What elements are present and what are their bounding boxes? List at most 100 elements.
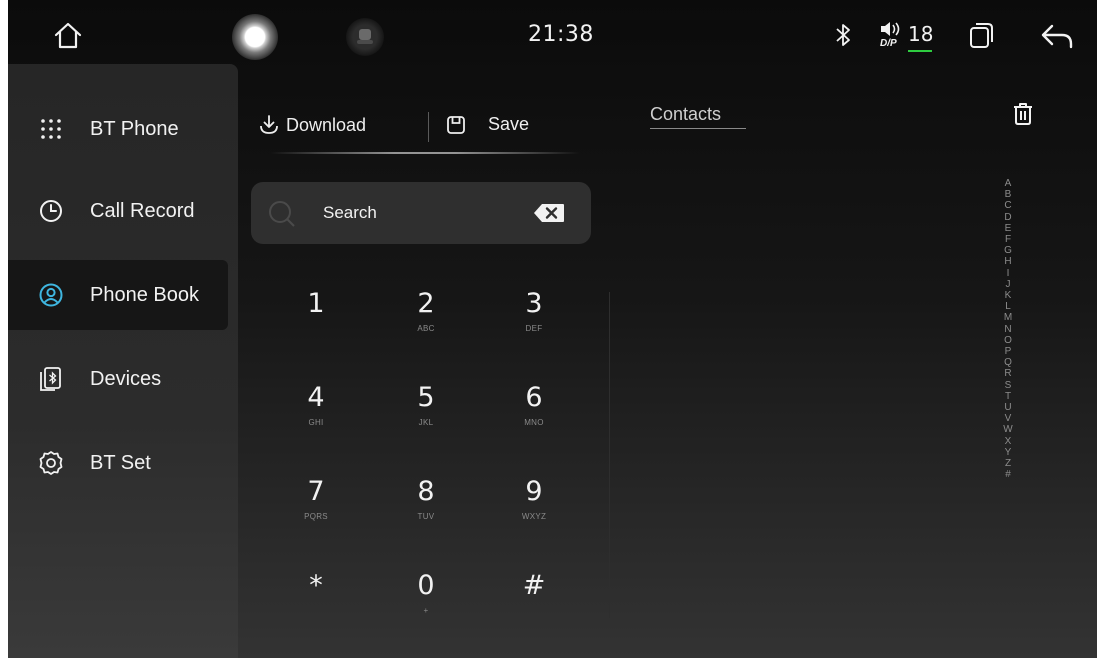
volume-level: 18: [908, 22, 934, 46]
tab-contacts[interactable]: Contacts: [650, 104, 721, 125]
back-icon[interactable]: [1040, 22, 1074, 50]
clock-time: 21:38: [528, 22, 594, 47]
alphabet-index-letter[interactable]: V: [1005, 413, 1012, 424]
keypad-key-star[interactable]: *: [266, 558, 366, 648]
save-icon: [447, 115, 465, 134]
sidebar-item-label: Call Record: [90, 199, 195, 222]
toolbar-divider: [428, 112, 429, 142]
alphabet-index-letter[interactable]: B: [1005, 189, 1012, 200]
key-letters: MNO: [524, 418, 544, 427]
gear-icon: [38, 450, 64, 476]
key-digit: 0: [417, 570, 435, 601]
download-label: Download: [286, 114, 367, 135]
bluetooth-icon: [832, 22, 854, 48]
alphabet-index-letter[interactable]: Y: [1005, 447, 1012, 458]
delete-contacts-button[interactable]: [1012, 102, 1034, 131]
volume-level-bar: [908, 50, 932, 52]
key-letters: PQRS: [304, 512, 328, 521]
sidebar-item-label: BT Phone: [90, 117, 179, 140]
key-digit: 9: [525, 476, 543, 507]
alphabet-index-letter[interactable]: P: [1005, 346, 1012, 357]
key-digit: 8: [417, 476, 435, 507]
keypad-key-9[interactable]: 9 WXYZ: [484, 464, 584, 554]
alphabet-index[interactable]: A B C D E F G H I J K L M N O P Q R S T U V W X Y Z #: [1000, 178, 1016, 480]
alphabet-index-letter[interactable]: W: [1003, 424, 1012, 435]
panel-divider: [609, 292, 610, 618]
keypad-key-7[interactable]: 7 PQRS: [266, 464, 366, 554]
keypad-key-8[interactable]: 8 TUV: [376, 464, 476, 554]
key-digit: 6: [525, 382, 543, 413]
dialpad-icon: [38, 116, 64, 142]
voice-assistant-icon[interactable]: [346, 18, 384, 56]
app-frame: 21:38 D/P 18 BT Phone Call Record Phone …: [8, 0, 1097, 658]
save-label: Save: [488, 114, 530, 134]
keypad-key-3[interactable]: 3 DEF: [484, 276, 584, 366]
keypad-key-4[interactable]: 4 GHI: [266, 370, 366, 460]
sidebar-item-call-record[interactable]: Call Record: [8, 176, 228, 246]
key-digit: #: [522, 570, 546, 601]
search-field[interactable]: Search: [251, 182, 591, 244]
sidebar-item-bt-phone[interactable]: BT Phone: [8, 94, 228, 164]
alphabet-index-letter[interactable]: A: [1005, 178, 1012, 189]
alphabet-index-letter[interactable]: Q: [1004, 357, 1012, 368]
alphabet-index-letter[interactable]: L: [1005, 301, 1011, 312]
search-input[interactable]: Search: [323, 203, 377, 223]
save-button[interactable]: Save: [446, 114, 529, 135]
key-digit: *: [309, 570, 323, 601]
key-digit: 4: [307, 382, 325, 413]
sidebar-item-devices[interactable]: Devices: [8, 344, 228, 414]
home-icon[interactable]: [52, 20, 84, 52]
alphabet-index-letter[interactable]: M: [1004, 312, 1012, 323]
sidebar-item-label: BT Set: [90, 451, 151, 474]
keypad-key-hash[interactable]: #: [484, 558, 584, 648]
download-button[interactable]: Download: [258, 114, 366, 136]
download-icon: [260, 115, 278, 134]
siri-icon[interactable]: [232, 14, 278, 60]
window-switch-icon[interactable]: [968, 22, 994, 50]
sidebar-item-bt-set[interactable]: BT Set: [8, 428, 228, 498]
keypad-key-1[interactable]: 1: [266, 276, 366, 366]
sidebar-item-phone-book[interactable]: Phone Book: [8, 260, 228, 330]
keypad-key-6[interactable]: 6 MNO: [484, 370, 584, 460]
alphabet-index-letter[interactable]: X: [1005, 436, 1012, 447]
alphabet-index-letter[interactable]: S: [1005, 380, 1012, 391]
alphabet-index-letter[interactable]: F: [1005, 234, 1011, 245]
alphabet-index-letter[interactable]: #: [1005, 469, 1011, 480]
volume-mode-label: D/P: [880, 38, 897, 49]
toolbar-underline: [270, 152, 580, 154]
key-digit: 2: [417, 288, 435, 319]
keypad-key-5[interactable]: 5 JKL: [376, 370, 476, 460]
trash-icon: [1014, 103, 1032, 125]
alphabet-index-letter[interactable]: R: [1004, 368, 1011, 379]
key-letters: WXYZ: [521, 512, 547, 521]
sidebar-item-label: Phone Book: [90, 283, 199, 306]
speaker-icon: [881, 22, 900, 36]
key-letters: DEF: [525, 324, 543, 333]
key-letters: ABC: [417, 324, 435, 333]
alphabet-index-letter[interactable]: C: [1004, 200, 1011, 211]
key-digit: 3: [525, 288, 543, 319]
keypad-key-0[interactable]: 0 +: [376, 558, 476, 648]
alphabet-index-letter[interactable]: E: [1005, 223, 1012, 234]
tab-contacts-underline: [650, 128, 746, 129]
alphabet-index-letter[interactable]: G: [1004, 245, 1012, 256]
alphabet-index-letter[interactable]: J: [1006, 279, 1011, 290]
sidebar-item-label: Devices: [90, 367, 162, 390]
alphabet-index-letter[interactable]: K: [1005, 290, 1012, 301]
alphabet-index-letter[interactable]: U: [1004, 402, 1011, 413]
alphabet-index-letter[interactable]: T: [1005, 391, 1011, 402]
keypad-key-2[interactable]: 2 ABC: [376, 276, 476, 366]
alphabet-index-letter[interactable]: O: [1004, 335, 1012, 346]
key-letters: +: [423, 606, 429, 615]
key-letters: TUV: [417, 512, 435, 521]
backspace-icon[interactable]: [533, 203, 565, 223]
clock-icon: [38, 198, 64, 224]
alphabet-index-letter[interactable]: Z: [1005, 458, 1011, 469]
volume-indicator[interactable]: D/P 18: [880, 18, 950, 54]
key-digit: 5: [417, 382, 435, 413]
alphabet-index-letter[interactable]: H: [1004, 256, 1011, 267]
alphabet-index-letter[interactable]: D: [1004, 212, 1011, 223]
alphabet-index-letter[interactable]: I: [1007, 268, 1010, 279]
alphabet-index-letter[interactable]: N: [1004, 324, 1011, 335]
sidebar: BT Phone Call Record Phone Book Devices …: [8, 64, 238, 658]
